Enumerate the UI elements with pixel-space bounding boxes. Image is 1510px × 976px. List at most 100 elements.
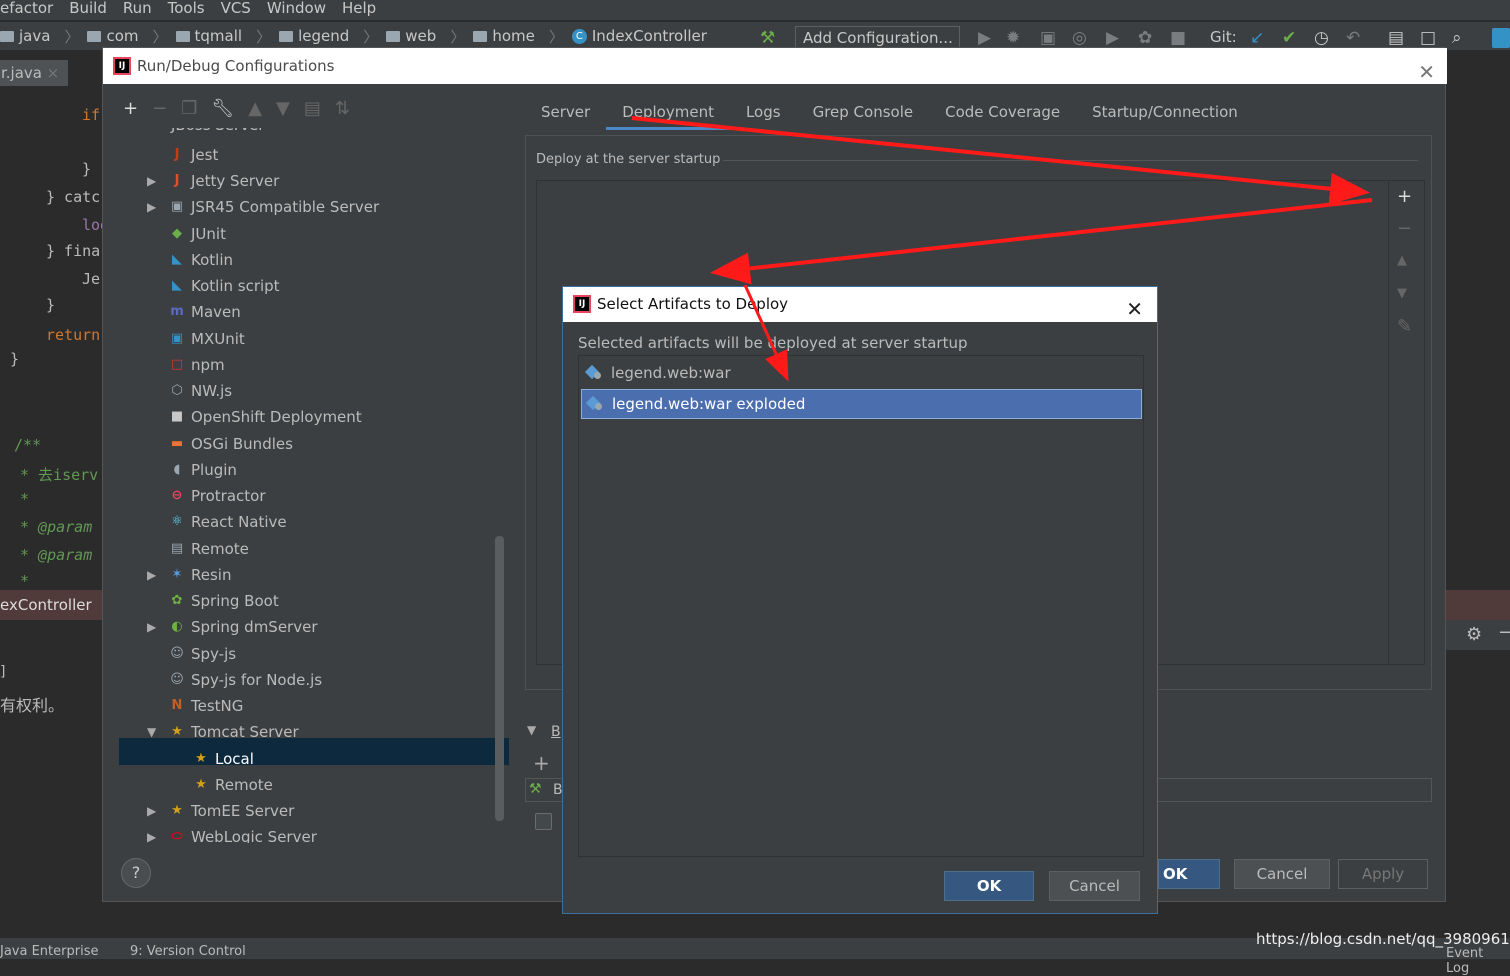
close-icon[interactable]: ✕ [1126,292,1143,327]
tree-item[interactable]: ▣ MXUnit [169,326,245,352]
breadcrumb-item[interactable]: java [0,27,50,45]
menu-item-help[interactable]: Help [342,0,376,20]
wrench-icon[interactable]: 🔧︎ [211,98,234,119]
artifact-item[interactable]: legend.web:war exploded [581,389,1142,419]
build-hammer-icon[interactable]: ⚒ [760,28,775,48]
editor-file-tab[interactable]: r.java × [0,60,68,86]
tab-logs[interactable]: Logs [730,100,797,130]
tree-item-cutoff[interactable]: JBoss Server [171,128,264,138]
status-java-enterprise[interactable]: Java Enterprise [0,944,98,959]
add-artifact-icon[interactable]: + [1397,186,1412,207]
remove-config-icon[interactable]: − [152,98,167,119]
tree-item[interactable]: ◐ Spring dmServer [169,614,317,640]
tree-item[interactable]: N TestNG [169,693,244,719]
tree-item[interactable]: ▤ Remote [169,536,249,562]
git-commit-icon[interactable]: ✔ [1282,28,1296,48]
expand-arrow-icon[interactable]: ▶ [147,804,156,818]
menu-item-build[interactable]: Build [69,0,107,20]
cancel-button[interactable]: Cancel [1234,859,1330,889]
tree-item[interactable]: m Maven [169,299,241,325]
before-launch-label[interactable]: B [551,724,561,740]
ok-button[interactable]: OK [1158,859,1220,889]
expand-arrow-icon[interactable]: ▶ [147,620,156,634]
add-config-icon[interactable]: + [123,98,138,119]
collapse-triangle-icon[interactable]: ▼ [527,723,536,737]
menu-item-window[interactable]: Window [267,0,326,20]
tree-item[interactable]: ⊖ Protractor [169,483,266,509]
tree-item[interactable]: ✶ Resin [169,562,232,588]
debug-icon[interactable]: ✹ [1006,28,1020,48]
apply-button[interactable]: Apply [1338,859,1428,889]
tree-item[interactable]: ◣ Kotlin [169,247,233,273]
profile-icon[interactable]: ◎ [1072,28,1087,48]
revert-icon[interactable]: ↶ [1346,28,1360,48]
tree-item[interactable]: ◣ Kotlin script [169,273,280,299]
move-down-icon[interactable]: ▼ [276,98,290,119]
history-icon[interactable]: ◷ [1314,28,1329,48]
run-panel-tab[interactable]: exController [0,590,102,620]
gear-icon[interactable]: ⚙ [1466,624,1482,645]
configuration-tree[interactable]: JBoss Server J Jest ▶ J Jetty Server ▶ ▣ JSR45 C… [119,128,509,843]
tree-item[interactable]: ★ Local [193,746,254,772]
tab-deployment[interactable]: Deployment [606,100,730,130]
artifact-item[interactable]: legend.web:war [581,358,1142,388]
breadcrumb-item[interactable]: C IndexController [571,27,707,45]
tree-item[interactable]: ■ OpenShift Deployment [169,404,362,430]
project-structure-icon[interactable]: ▤ [1388,28,1404,48]
tab-code-coverage[interactable]: Code Coverage [929,100,1076,130]
help-button[interactable]: ? [121,858,151,888]
coverage-icon[interactable]: ▣ [1040,28,1056,48]
close-icon[interactable]: ✕ [1418,54,1435,90]
run-icon[interactable]: ▶ [978,28,991,48]
move-up-artifact-icon[interactable]: ▲ [1397,253,1407,268]
tree-scrollbar[interactable] [495,536,504,821]
tree-item[interactable]: ▣ JSR45 Compatible Server [169,194,379,220]
breadcrumb-item[interactable]: tqmall [175,27,242,45]
tree-item[interactable]: ★ Remote [193,772,273,798]
status-version-control[interactable]: 9: Version Control [130,944,246,959]
minimize-icon[interactable]: − [1498,622,1510,643]
code-editor[interactable]: if}} catc log} fina Je} return} /** * 去iserv *… [0,88,102,588]
tab-server[interactable]: Server [525,100,606,130]
tab-startup-connection[interactable]: Startup/Connection [1076,100,1254,130]
tree-item[interactable]: ▬ OSGi Bundles [169,431,293,457]
breadcrumb-item[interactable]: web [386,27,436,45]
terminal-icon[interactable]: □ [1420,28,1436,48]
artifacts-list[interactable]: legend.web:war legend.web:war exploded [578,355,1144,857]
tab-grep-console[interactable]: Grep Console [797,100,930,130]
edit-artifact-icon[interactable]: ✎ [1397,316,1412,337]
search-icon[interactable]: ⌕ [1452,28,1462,48]
tree-item[interactable]: □ npm [169,352,225,378]
tree-item[interactable]: ★ TomEE Server [169,798,294,824]
tree-item[interactable]: ⬡ NW.js [169,378,232,404]
breadcrumb-item[interactable]: com [87,27,139,45]
expand-arrow-icon[interactable]: ▶ [147,830,156,843]
tree-item[interactable]: ★ Tomcat Server [169,719,299,745]
stop-icon[interactable]: ■ [1170,28,1186,48]
tree-item[interactable]: ⬭ WebLogic Server [169,824,316,843]
show-page-checkbox[interactable] [535,813,552,830]
tree-item[interactable]: ◖ Plugin [169,457,237,483]
folder-icon[interactable]: ▤ [304,98,321,119]
menu-item-vcs[interactable]: VCS [221,0,251,20]
cancel-button[interactable]: Cancel [1049,871,1140,901]
user-avatar-icon[interactable] [1492,28,1510,48]
menu-item-efactor[interactable]: efactor [0,0,53,20]
menu-item-run[interactable]: Run [123,0,152,20]
add-task-icon[interactable]: + [533,751,550,775]
expand-arrow-icon[interactable]: ▶ [147,568,156,582]
sort-icon[interactable]: ⇅ [335,98,350,119]
breadcrumb-item[interactable]: home [473,27,535,45]
expand-arrow-icon[interactable]: ▶ [147,174,156,188]
tree-item[interactable]: ✿ Spring Boot [169,588,279,614]
breadcrumb-item[interactable]: legend [279,27,349,45]
tree-item[interactable]: ☺ Spy-js for Node.js [169,667,322,693]
attach-icon[interactable]: ✿ [1138,28,1152,48]
tree-item[interactable]: J Jetty Server [169,168,280,194]
move-down-artifact-icon[interactable]: ▼ [1397,286,1407,301]
ok-button[interactable]: OK [944,871,1034,901]
expand-arrow-icon[interactable]: ▶ [147,200,156,214]
tree-item[interactable]: ⚛ React Native [169,509,286,535]
status-event-log[interactable]: Event Log [1446,946,1510,976]
menu-item-tools[interactable]: Tools [168,0,205,20]
